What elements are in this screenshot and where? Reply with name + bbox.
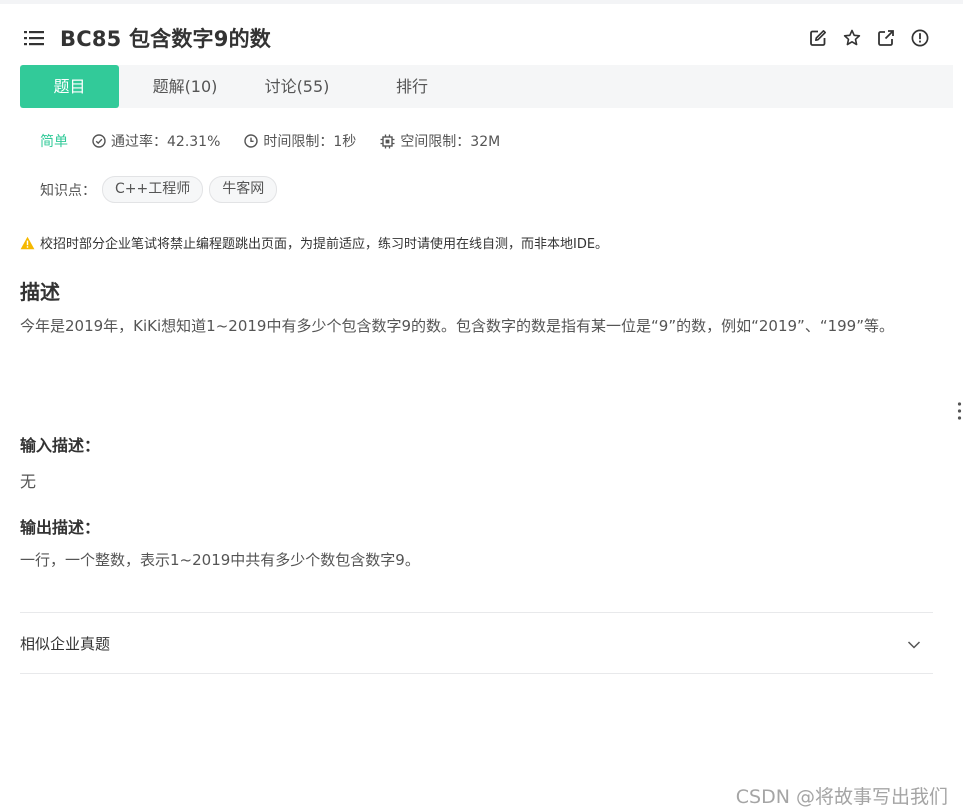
notice-text: 校招时部分企业笔试将禁止编程题跳出页面，为提前适应，练习时请使用在线自测，而非本… [40, 237, 609, 252]
tab-solutions[interactable]: 题解(10) [130, 65, 240, 108]
notice-banner: 校招时部分企业笔试将禁止编程题跳出页面，为提前适应，练习时请使用在线自测，而非本… [20, 233, 608, 252]
check-circle-icon [92, 134, 106, 148]
output-description-title: 输出描述： [20, 518, 101, 537]
difficulty-label: 简单 [40, 134, 68, 150]
header-actions [808, 28, 930, 48]
space-limit: 空间限制：32M [380, 131, 500, 151]
clock-icon [244, 134, 259, 148]
input-description-text: 无 [20, 472, 37, 491]
description-title: 描述 [20, 280, 60, 304]
tag-cpp-engineer[interactable]: C++工程师 [102, 176, 204, 203]
header: BC85 包含数字9的数 [0, 4, 953, 65]
menu-icon[interactable] [24, 30, 44, 46]
panel-resize-handle[interactable] [956, 400, 963, 422]
problem-page: BC85 包含数字9的数 题目 题解(10) 讨论(55) 排行 简单 通过率：… [0, 0, 963, 812]
chip-icon [380, 134, 395, 148]
knowledge-label: 知识点： [40, 182, 96, 199]
tab-discussion[interactable]: 讨论(55) [242, 65, 352, 108]
pass-rate: 通过率：42.31% [92, 131, 220, 151]
tab-problem[interactable]: 题目 [20, 65, 119, 108]
output-description-text: 一行，一个整数，表示1~2019中共有多少个数包含数字9。 [20, 551, 420, 569]
similar-questions-label: 相似企业真题 [20, 635, 111, 653]
external-link-icon[interactable] [876, 28, 896, 48]
star-icon[interactable] [842, 28, 862, 48]
chevron-down-icon [907, 635, 921, 654]
tab-ranking[interactable]: 排行 [357, 65, 467, 108]
space-limit-text: 空间限制：32M [400, 134, 501, 150]
knowledge-points: 知识点： C++工程师 牛客网 [40, 176, 278, 203]
time-limit-text: 时间限制：1秒 [263, 134, 357, 150]
similar-questions-toggle[interactable]: 相似企业真题 [20, 613, 933, 673]
edit-icon[interactable] [808, 28, 828, 48]
page-title: BC85 包含数字9的数 [60, 27, 271, 51]
problem-meta: 简单 通过率：42.31% 时间限制：1秒 空间限制：32M [40, 131, 524, 151]
divider [20, 673, 933, 674]
tab-bar: 题目 题解(10) 讨论(55) 排行 [20, 65, 953, 108]
warning-icon [20, 236, 35, 249]
description-text: 今年是2019年，KiKi想知道1~2019中有多少个包含数字9的数。包含数字的… [20, 317, 894, 335]
info-icon[interactable] [910, 28, 930, 48]
input-description-title: 输入描述： [20, 436, 101, 455]
tag-nowcoder[interactable]: 牛客网 [209, 176, 278, 203]
pass-rate-text: 通过率：42.31% [111, 134, 221, 150]
time-limit: 时间限制：1秒 [244, 131, 356, 151]
watermark: CSDN @将故事写出我们 [735, 786, 948, 808]
